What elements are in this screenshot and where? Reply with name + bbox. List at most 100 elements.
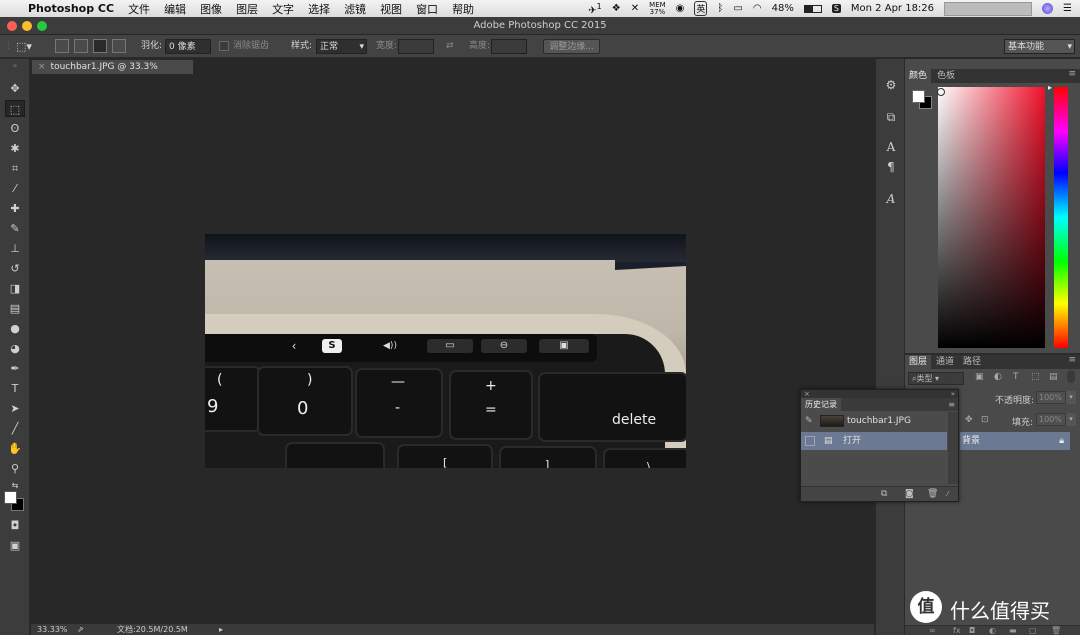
pen-tool-icon[interactable]: ✒ xyxy=(5,360,25,377)
path-selection-tool-icon[interactable]: ➤ xyxy=(5,400,25,417)
clock[interactable]: Mon 2 Apr 18:26 xyxy=(851,3,934,14)
menu-image[interactable]: 图像 xyxy=(200,1,222,17)
sync-icon[interactable]: ✕ xyxy=(631,3,639,14)
add-mask-icon[interactable]: ◘ xyxy=(969,626,975,635)
filter-adjustment-icon[interactable]: ◐ xyxy=(994,372,1002,382)
history-step-row[interactable]: ▤ 打开 xyxy=(801,432,947,450)
tool-preset-picker[interactable]: ⬚▾ xyxy=(16,39,38,54)
zoom-tool-icon[interactable]: ⚲ xyxy=(5,460,25,477)
tab-layers[interactable]: 图层 xyxy=(905,355,932,369)
menu-select[interactable]: 选择 xyxy=(308,1,330,17)
tab-color[interactable]: 颜色 xyxy=(905,69,932,83)
panel-menu-icon[interactable]: ≡ xyxy=(1068,69,1076,79)
lock-position-icon[interactable]: ✥ xyxy=(965,415,973,425)
wifi-icon[interactable]: ◠ xyxy=(753,3,762,14)
clone-stamp-tool-icon[interactable]: ⊥ xyxy=(5,240,25,257)
menu-type[interactable]: 文字 xyxy=(272,1,294,17)
close-document-icon[interactable]: × xyxy=(38,62,46,72)
new-group-icon[interactable]: ▬ xyxy=(1009,626,1017,635)
color-panel-foreground-swatch[interactable] xyxy=(912,90,925,103)
filter-type-icon[interactable]: T xyxy=(1013,372,1019,382)
evernote-icon[interactable]: ◉ xyxy=(676,3,685,14)
history-brush-tool-icon[interactable]: ↺ xyxy=(5,260,25,277)
menu-filter[interactable]: 滤镜 xyxy=(344,1,366,17)
menu-app-name[interactable]: Photoshop CC xyxy=(28,2,114,15)
workspace-select[interactable]: 基本功能 ▾ xyxy=(1004,39,1075,54)
intersect-selection-mode-button[interactable] xyxy=(112,39,126,53)
notification-center-icon[interactable]: ☰ xyxy=(1063,3,1072,14)
tab-swatches[interactable]: 色板 xyxy=(933,69,959,83)
hue-slider-marker-icon[interactable]: ▸ xyxy=(1048,83,1052,92)
close-panel-icon[interactable]: × xyxy=(804,390,810,398)
collapse-panel-icon[interactable]: » xyxy=(951,390,955,398)
new-document-from-state-icon[interactable]: ⧉ xyxy=(881,487,887,502)
paragraph-icon[interactable]: ¶ xyxy=(882,159,900,175)
zoom-level[interactable]: 33.33% xyxy=(37,624,68,635)
opacity-input[interactable]: 100% xyxy=(1036,391,1066,404)
move-tool-icon[interactable]: ✥ xyxy=(5,80,25,97)
history-scrollbar[interactable] xyxy=(948,412,958,484)
fill-dropdown-icon[interactable]: ▾ xyxy=(1066,413,1076,426)
eyedropper-tool-icon[interactable]: ⁄ xyxy=(5,180,25,197)
gradient-tool-icon[interactable]: ▤ xyxy=(5,300,25,317)
menu-view[interactable]: 视图 xyxy=(380,1,402,17)
share-icon[interactable]: ⇗ xyxy=(77,624,84,635)
foreground-color-swatch[interactable] xyxy=(4,491,17,504)
eraser-tool-icon[interactable]: ◨ xyxy=(5,280,25,297)
layer-filter-select[interactable]: ⌕类型 ▾ xyxy=(908,372,964,385)
screen-mode-icon[interactable]: ▣ xyxy=(5,537,25,554)
document-tab[interactable]: ×touchbar1.JPG @ 33.3%(RGB/8*) xyxy=(31,59,194,86)
magic-wand-tool-icon[interactable]: ✱ xyxy=(5,140,25,157)
dodge-tool-icon[interactable]: ◕ xyxy=(5,340,25,357)
hand-tool-icon[interactable]: ✋ xyxy=(5,440,25,457)
delete-layer-icon[interactable]: 🗑︎ xyxy=(1051,626,1061,635)
history-snapshot-row[interactable]: ✎ touchbar1.JPG xyxy=(801,412,947,430)
document-size[interactable]: 文档:20.5M/20.5M xyxy=(117,624,188,635)
filter-pixel-icon[interactable]: ▣ xyxy=(975,372,984,382)
blur-tool-icon[interactable]: ● xyxy=(5,320,25,337)
menu-window[interactable]: 窗口 xyxy=(416,1,438,17)
layer-style-icon[interactable]: fx xyxy=(953,626,961,635)
history-panel-titlebar[interactable]: × » xyxy=(801,390,958,398)
height-input[interactable] xyxy=(491,39,527,54)
close-window-button[interactable] xyxy=(7,21,17,31)
add-selection-mode-button[interactable] xyxy=(74,39,88,53)
new-adjustment-icon[interactable]: ◐ xyxy=(989,626,996,635)
swap-icon[interactable]: ⇄ xyxy=(446,39,454,54)
menu-layer[interactable]: 图层 xyxy=(236,1,258,17)
battery-percent[interactable]: 48% xyxy=(772,3,794,14)
document-image[interactable]: ‹ S ◀)) ▭ ⊖ ▣ ( 9 ) 0 — - + = delete [ ]… xyxy=(205,234,686,468)
history-brush-source-icon[interactable]: ✎ xyxy=(805,412,813,430)
width-input[interactable] xyxy=(398,39,434,54)
memory-meter[interactable]: MEM 37% xyxy=(649,1,666,16)
minimize-window-button[interactable] xyxy=(22,21,32,31)
bluetooth-icon[interactable]: ᛒ xyxy=(717,3,723,14)
antialias-checkbox[interactable] xyxy=(219,41,229,51)
app-s-icon[interactable]: S xyxy=(831,4,841,13)
healing-brush-tool-icon[interactable]: ✚ xyxy=(5,200,25,217)
subtract-selection-mode-button[interactable] xyxy=(93,39,107,53)
history-brush-source-checkbox[interactable] xyxy=(805,436,815,446)
ime-indicator[interactable]: 英 xyxy=(694,1,708,16)
type-tool-icon[interactable]: T xyxy=(5,380,25,397)
refine-edge-button[interactable]: 调整边缘... xyxy=(543,39,600,54)
color-picker-cursor[interactable] xyxy=(937,88,945,96)
character-icon[interactable]: A xyxy=(882,139,900,155)
siri-icon[interactable] xyxy=(1042,3,1054,14)
glyphs-icon[interactable]: A xyxy=(882,191,900,207)
fill-input[interactable]: 100% xyxy=(1036,413,1066,426)
link-layers-icon[interactable]: ∞ xyxy=(929,626,936,635)
battery-icon[interactable] xyxy=(803,4,822,13)
status-menu-arrow-icon[interactable]: ▸ xyxy=(219,624,223,635)
lock-all-icon[interactable]: ⊡ xyxy=(981,415,989,425)
toolbar-collapse-icon[interactable]: » xyxy=(5,62,25,70)
airplay-icon[interactable]: ▭ xyxy=(733,3,742,14)
properties-icon[interactable]: ⚙ xyxy=(882,77,900,93)
filter-toggle[interactable] xyxy=(1067,370,1075,383)
crop-tool-icon[interactable]: ⌗ xyxy=(5,160,25,177)
wechat-status[interactable]: ✈1 xyxy=(588,1,602,16)
menu-file[interactable]: 文件 xyxy=(128,1,150,17)
tab-history[interactable]: 历史记录 xyxy=(801,398,841,411)
quick-mask-icon[interactable]: ◘ xyxy=(5,517,25,534)
delete-state-icon[interactable]: 🗑︎ xyxy=(927,487,938,502)
